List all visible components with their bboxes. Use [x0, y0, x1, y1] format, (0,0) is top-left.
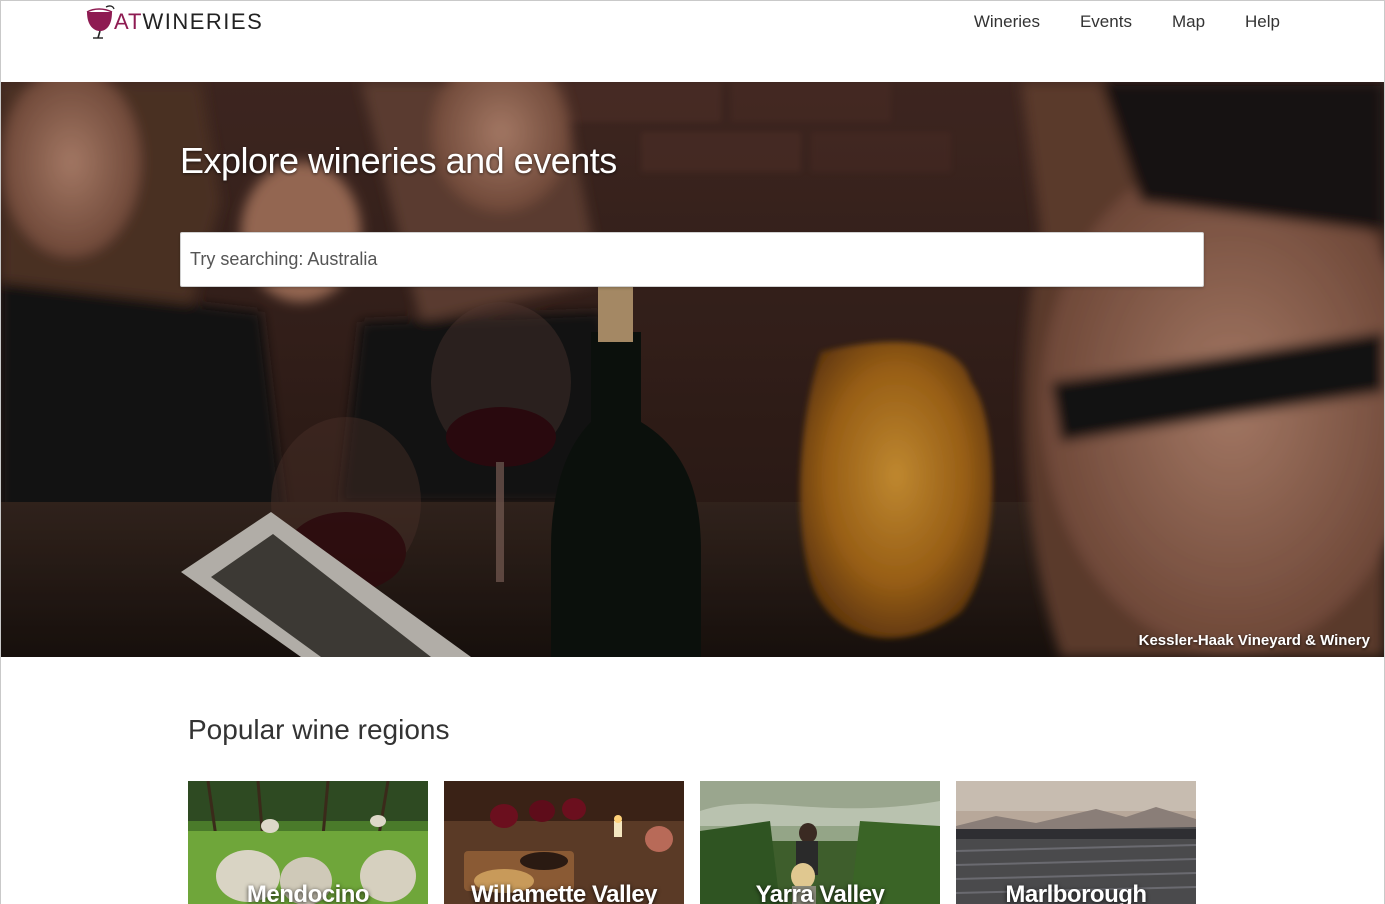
region-card-marlborough[interactable]: Marlborough [956, 781, 1196, 904]
site-header: AT WINERIES Wineries Events Map Help [1, 1, 1384, 82]
page: AT WINERIES Wineries Events Map Help Exp… [0, 0, 1385, 904]
region-name: Willamette Valley [470, 881, 658, 904]
region-card-willamette-valley[interactable]: Willamette Valley [444, 781, 684, 904]
region-name: Yarra Valley [755, 881, 885, 904]
nav-link-help[interactable]: Help [1225, 11, 1280, 33]
nav-link-wineries[interactable]: Wineries [954, 11, 1060, 33]
site-logo[interactable]: AT WINERIES [84, 4, 263, 40]
hero-section: Explore wineries and events Kessler-Haak… [1, 82, 1384, 657]
region-card-yarra-valley[interactable]: Yarra Valley [700, 781, 940, 904]
region-name: Marlborough [1005, 881, 1147, 904]
regions-list: Mendocino Willamette Valley Yarra Valley… [188, 781, 1198, 904]
nav-link-events[interactable]: Events [1060, 11, 1152, 33]
wine-glass-icon [86, 5, 115, 39]
region-card-mendocino[interactable]: Mendocino [188, 781, 428, 904]
regions-heading: Popular wine regions [188, 714, 450, 745]
photo-credit: Kessler-Haak Vineyard & Winery [1138, 632, 1370, 649]
hero-title: Explore wineries and events [180, 140, 617, 181]
logo-text-at: AT [114, 9, 143, 34]
nav-link-map[interactable]: Map [1152, 11, 1225, 33]
search-input[interactable] [180, 232, 1204, 287]
logo-text-wineries: WINERIES [142, 9, 264, 34]
region-name: Mendocino [246, 881, 370, 904]
main-nav: Wineries Events Map Help [954, 11, 1280, 33]
